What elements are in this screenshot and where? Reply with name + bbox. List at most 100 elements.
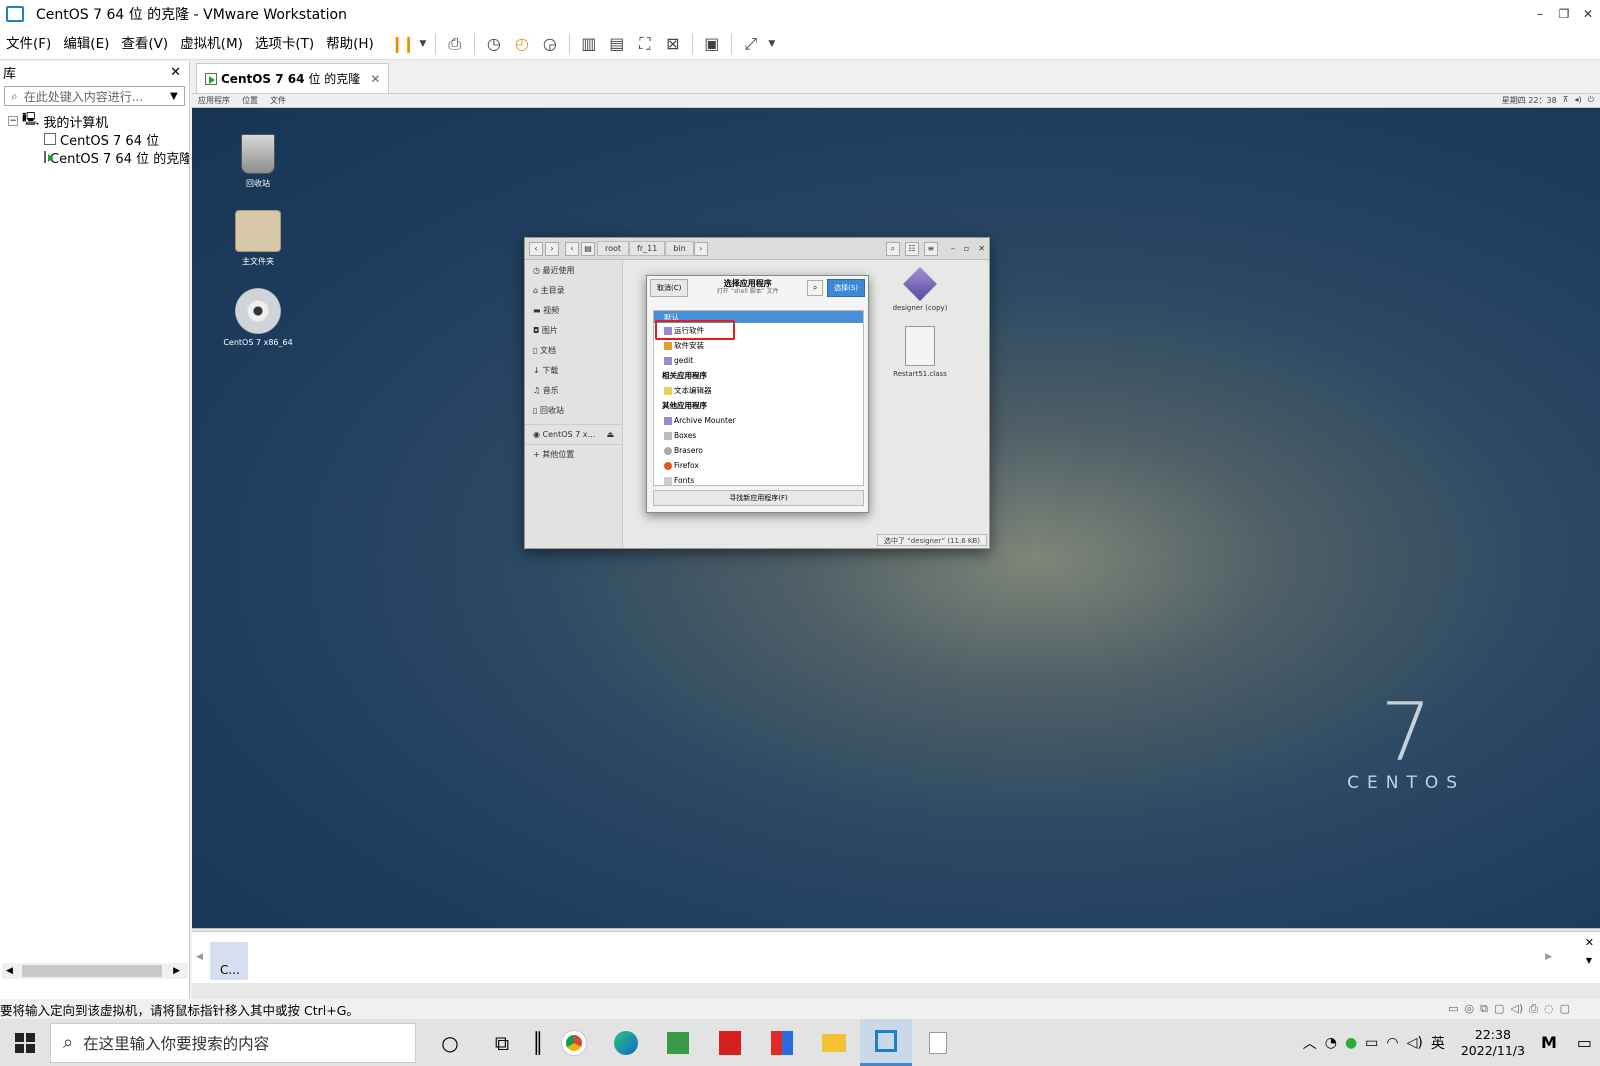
hard-disk-icon[interactable]: ▭ <box>1448 1002 1458 1016</box>
crumb-root[interactable]: root <box>597 241 630 256</box>
list-item[interactable]: 软件安装 <box>654 338 863 353</box>
sidebar-item-other[interactable]: + 其他位置 <box>525 444 622 464</box>
vm-thumbnail[interactable]: C... <box>210 942 248 980</box>
list-item[interactable]: Boxes <box>654 428 863 443</box>
find-new-apps-button[interactable]: 寻找新应用程序(F) <box>653 490 864 506</box>
send-ctrl-alt-del-icon[interactable]: ⎙ <box>442 31 468 57</box>
file-item[interactable]: designer (copy) <box>885 267 955 312</box>
chevron-down-icon[interactable]: ▼ <box>766 31 778 57</box>
close-icon[interactable]: ✕ <box>978 244 985 253</box>
menu-help[interactable]: 帮助(H) <box>320 32 380 56</box>
editor-app-icon[interactable] <box>652 1019 704 1066</box>
list-item[interactable]: Brasero <box>654 443 863 458</box>
library-search-input[interactable]: ⌕ 在此处键入内容进行... ▼ <box>4 86 185 106</box>
close-button[interactable]: ✕ <box>1576 0 1600 28</box>
snapshot-icon[interactable]: ◷ <box>481 31 507 57</box>
chevron-down-icon[interactable]: ▼ <box>1586 956 1592 965</box>
menu-vm[interactable]: 虚拟机(M) <box>174 32 249 56</box>
sidebar-item-pictures[interactable]: ◘ 图片 <box>525 320 622 340</box>
sidebar-item-trash[interactable]: ▯ 回收站 <box>525 400 622 420</box>
list-item[interactable]: Firefox <box>654 458 863 473</box>
thumbnail-bar-icon[interactable]: ▤ <box>604 31 630 57</box>
forward-icon[interactable]: › <box>545 241 559 256</box>
pause-icon[interactable]: ❙❙ <box>389 31 415 57</box>
colorful-app-icon[interactable] <box>756 1019 808 1066</box>
vm-screen[interactable]: 回收站 主文件夹 CentOS 7 x86_64 7 CENTOS ‹ › ‹ … <box>192 108 1600 928</box>
vmware-taskbar-icon[interactable] <box>860 1019 912 1066</box>
notification-icon[interactable]: ▭ <box>1577 1033 1592 1052</box>
sidebar-item-videos[interactable]: ▬ 视频 <box>525 300 622 320</box>
file-item[interactable]: Restart51.class <box>885 326 955 378</box>
sidebar-item-music[interactable]: ♫ 音乐 <box>525 380 622 400</box>
sound-icon[interactable]: ◁) <box>1510 1002 1523 1016</box>
select-button[interactable]: 选择(S) <box>827 279 865 297</box>
taskbar-clock[interactable]: 22:38 2022/11/3 <box>1461 1027 1525 1059</box>
close-icon[interactable]: ✕ <box>1585 936 1594 949</box>
restore-button[interactable]: ❐ <box>1552 0 1576 28</box>
cancel-button[interactable]: 取消(C) <box>650 279 689 297</box>
tree-node-my-computer[interactable]: − 🖳 我的计算机 <box>0 112 189 130</box>
snapshot-manager-icon[interactable]: ◶ <box>537 31 563 57</box>
menu-view[interactable]: 查看(V) <box>115 32 174 56</box>
message-icon[interactable]: ▢ <box>1560 1002 1570 1016</box>
chevron-down-icon[interactable]: ▼ <box>170 91 184 102</box>
tab-vm-clone[interactable]: CentOS 7 64 位 的克隆 ✕ <box>196 63 390 93</box>
edge-icon[interactable] <box>600 1019 652 1066</box>
network-icon[interactable]: ⊼ <box>1563 95 1569 106</box>
network-adapter-icon[interactable]: ⧉ <box>1480 1002 1488 1016</box>
display-icon[interactable]: ◌ <box>1544 1002 1554 1016</box>
sidebar-item-downloads[interactable]: ↓ 下载 <box>525 360 622 380</box>
ime-logo-icon[interactable]: M <box>1541 1033 1557 1052</box>
scroll-left-icon[interactable]: ◀ <box>6 966 13 976</box>
view-options-icon[interactable]: ☷ <box>904 241 919 256</box>
minimize-icon[interactable]: – <box>951 244 955 253</box>
scroll-left-icon[interactable]: ◀ <box>196 952 203 962</box>
task-view-icon[interactable]: ⧉ <box>476 1019 528 1066</box>
close-icon[interactable]: ✕ <box>170 65 181 80</box>
sidebar-item-home[interactable]: ⌂ 主目录 <box>525 280 622 300</box>
minimize-button[interactable]: – <box>1528 0 1552 28</box>
crumb-bin[interactable]: bin <box>665 241 694 256</box>
taskbar-search-input[interactable]: ⌕ 在这里输入你要搜索的内容 <box>50 1022 416 1063</box>
library-scrollbar[interactable]: ◀ ▶ <box>2 963 188 979</box>
list-item[interactable]: 文本编辑器 <box>654 383 863 398</box>
unity-icon[interactable]: ⊠ <box>660 31 686 57</box>
cortana-icon[interactable]: ○ <box>424 1019 476 1066</box>
wechat-icon[interactable]: ● <box>1345 1035 1357 1051</box>
chrome-icon[interactable] <box>548 1019 600 1066</box>
battery-icon[interactable]: ▭ <box>1365 1035 1378 1051</box>
sidebar-item-recent[interactable]: ◷ 最近使用 <box>525 260 622 280</box>
list-item[interactable]: Fonts <box>654 473 863 485</box>
notepad-icon[interactable] <box>912 1019 964 1066</box>
sidebar-toggle-icon[interactable]: ▥ <box>576 31 602 57</box>
wifi-icon[interactable]: ◠ <box>1386 1035 1398 1051</box>
full-screen-icon[interactable]: ⛶ <box>632 31 658 57</box>
desktop-icon-trash[interactable]: 回收站 <box>218 134 298 189</box>
tray-app-icon[interactable]: ◔ <box>1325 1035 1337 1051</box>
menu-file[interactable]: 文件(F) <box>0 32 57 56</box>
path-right-icon[interactable]: › <box>693 241 708 256</box>
stretch-icon[interactable]: ⤢ <box>738 31 764 57</box>
crumb-fr11[interactable]: fr_11 <box>629 241 666 256</box>
volume-icon[interactable]: ◁) <box>1407 1035 1423 1051</box>
desktop-icon-disc[interactable]: CentOS 7 x86_64 <box>218 288 298 347</box>
pdf-app-icon[interactable] <box>704 1019 756 1066</box>
drive-icon[interactable]: ▤ <box>581 241 595 256</box>
tree-node-vm-clone[interactable]: CentOS 7 64 位 的克隆 <box>0 148 189 166</box>
list-item[interactable]: Archive Mounter <box>654 413 863 428</box>
maximize-icon[interactable]: ▫ <box>964 244 969 253</box>
printer-icon[interactable]: ⎙ <box>1529 1002 1538 1016</box>
eject-icon[interactable]: ⏏ <box>606 430 614 439</box>
search-icon[interactable]: ⌕ <box>807 280 824 296</box>
list-item[interactable]: gedit <box>654 353 863 368</box>
menu-icon[interactable]: ≡ <box>923 241 938 256</box>
file-explorer-icon[interactable] <box>808 1019 860 1066</box>
ime-indicator[interactable]: 英 <box>1431 1033 1445 1053</box>
scroll-right-icon[interactable]: ▶ <box>1545 952 1552 962</box>
power-icon[interactable]: ⏻ <box>1588 95 1594 106</box>
search-icon[interactable]: ⌕ <box>885 241 900 256</box>
collapse-icon[interactable]: − <box>8 116 18 126</box>
close-tab-icon[interactable]: ✕ <box>370 72 380 86</box>
menu-edit[interactable]: 编辑(E) <box>57 32 115 56</box>
back-icon[interactable]: ‹ <box>529 241 543 256</box>
